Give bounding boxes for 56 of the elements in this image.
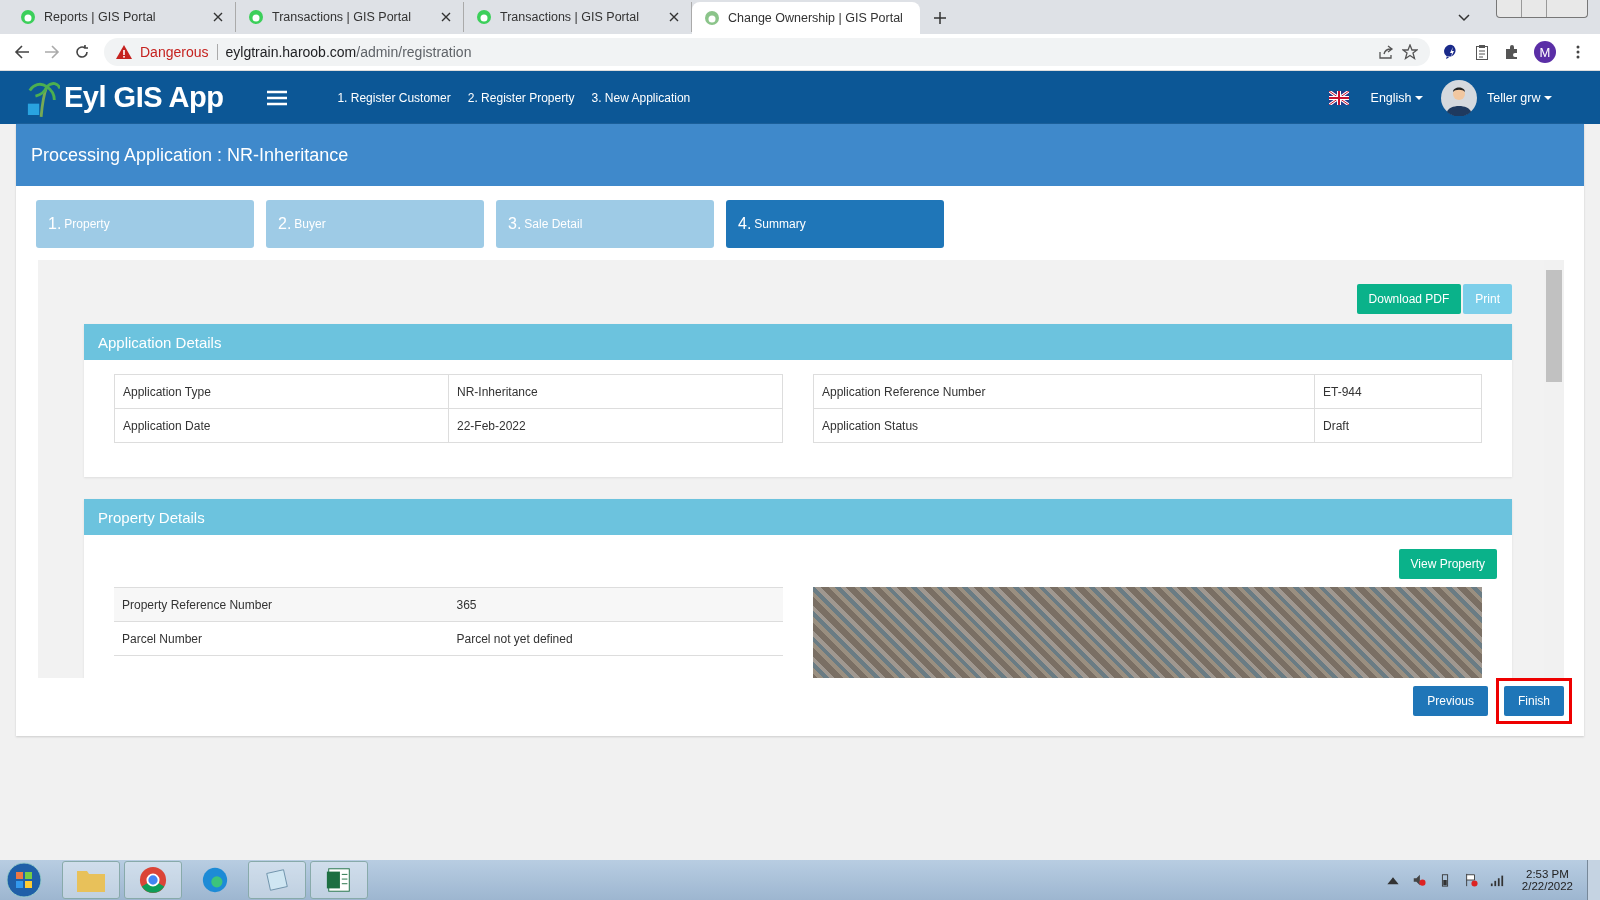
clock-date[interactable]: 2/22/2022 <box>1521 880 1573 892</box>
nav-link[interactable]: 1. Register Customer <box>337 90 451 105</box>
close-icon[interactable] <box>441 12 451 22</box>
table-cell: NR-Inheritance <box>448 374 783 409</box>
page-title: Processing Application : NR-Inheritance <box>16 124 1584 186</box>
table-cell: Application Status <box>813 408 1315 443</box>
flag-alert-icon[interactable] <box>1463 873 1478 887</box>
nav-link[interactable]: 2. Register Property <box>467 90 575 105</box>
clipboard-icon[interactable] <box>1474 44 1490 60</box>
browser-tab[interactable]: Transactions | GIS Portal <box>464 2 692 32</box>
window-controls[interactable] <box>1496 0 1588 18</box>
table-cell: 365 <box>448 587 783 622</box>
table-cell: Property Reference Number <box>114 587 449 622</box>
user-dropdown[interactable]: Teller grw <box>1487 90 1552 105</box>
section-header: Application Details <box>84 324 1512 360</box>
close-icon[interactable] <box>213 12 223 22</box>
start-orb-icon[interactable] <box>6 862 42 898</box>
chevron-down-icon[interactable] <box>1458 14 1470 22</box>
share-icon[interactable] <box>1378 44 1394 60</box>
back-arrow-icon[interactable] <box>14 44 30 60</box>
app-logo[interactable]: Eyl GIS App <box>64 81 224 114</box>
table-cell: Parcel Number <box>114 621 449 656</box>
table-cell: Parcel not yet defined <box>448 621 783 656</box>
table-cell: Application Date <box>114 408 449 443</box>
nav-link[interactable]: 3. New Application <box>591 90 691 105</box>
language-dropdown[interactable]: English <box>1370 90 1424 105</box>
table-cell: Draft <box>1314 408 1482 443</box>
previous-button[interactable]: Previous <box>1413 686 1488 716</box>
warning-icon <box>116 45 132 59</box>
close-icon[interactable] <box>669 12 679 22</box>
address-bar[interactable]: Dangerous eylgtrain.haroob.com/admin/registration <box>104 38 1430 66</box>
table-cell: ET-944 <box>1314 374 1482 409</box>
url-text: eylgtrain.haroob.com/admin/registration <box>225 44 472 60</box>
browser-tab[interactable]: Change Ownership | GIS Portal <box>692 2 920 34</box>
reload-icon[interactable] <box>74 44 90 60</box>
new-tab-icon[interactable] <box>934 12 946 24</box>
star-icon[interactable] <box>1402 44 1418 60</box>
profile-avatar[interactable]: M <box>1534 41 1556 63</box>
section-header: Property Details <box>84 499 1512 535</box>
browser-tab[interactable]: Reports | GIS Portal <box>8 2 236 32</box>
browser-taskbar-icon[interactable] <box>124 861 182 899</box>
table-cell: Application Reference Number <box>813 374 1315 409</box>
puzzle-icon[interactable] <box>1504 44 1520 60</box>
clock-time[interactable]: 2:53 PM <box>1526 868 1569 880</box>
user-avatar-icon[interactable] <box>1441 79 1478 116</box>
finish-button[interactable]: Finish <box>1504 686 1564 716</box>
browser-tab[interactable]: Transactions | GIS Portal <box>236 2 464 32</box>
flag-icon <box>1328 90 1349 105</box>
table-cell: Application Type <box>114 374 449 409</box>
security-status: Dangerous <box>140 44 209 60</box>
wizard-step[interactable]: 4. Summary <box>726 200 944 248</box>
signal-icon[interactable] <box>1489 873 1504 887</box>
menu-icon[interactable] <box>267 89 288 106</box>
speaker-muted-icon[interactable] <box>1411 873 1426 887</box>
spreadsheet-taskbar-icon[interactable] <box>310 861 368 899</box>
table-cell: 22-Feb-2022 <box>448 408 783 443</box>
